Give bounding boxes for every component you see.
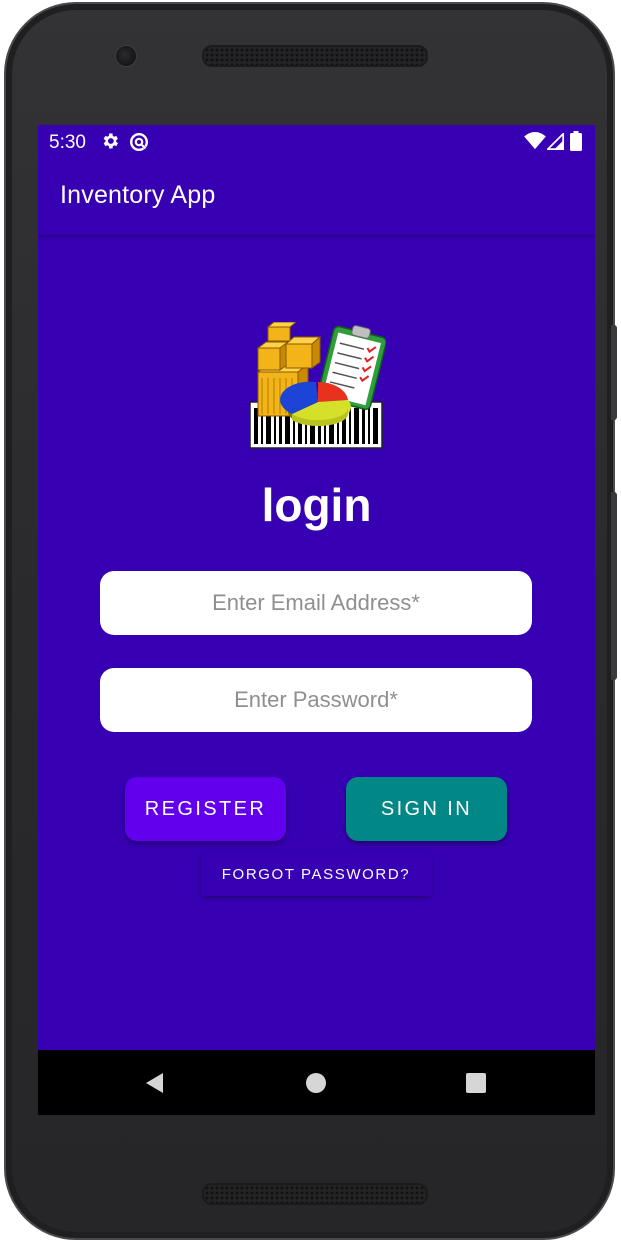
- battery-icon: [570, 131, 582, 151]
- phone-frame: 5:30 Inventory App login Enter Email Add…: [4, 2, 615, 1240]
- status-time: 5:30: [49, 132, 86, 153]
- status-bar: 5:30: [38, 125, 595, 159]
- password-field[interactable]: [100, 668, 532, 732]
- volume-button: [611, 325, 617, 420]
- signal-icon: [547, 133, 564, 150]
- front-camera: [115, 45, 137, 67]
- inventory-logo-icon: [249, 322, 386, 449]
- sign-in-button[interactable]: SIGN IN: [346, 777, 507, 841]
- data-saver-icon: [130, 133, 148, 151]
- top-speaker: [202, 45, 428, 67]
- bottom-speaker: [202, 1183, 428, 1205]
- back-icon[interactable]: [141, 1069, 169, 1097]
- navigation-bar: [38, 1050, 595, 1115]
- device-screen: 5:30 Inventory App login Enter Email Add…: [38, 125, 595, 1115]
- register-button[interactable]: REGISTER: [125, 777, 286, 841]
- login-title: login: [261, 479, 372, 531]
- forgot-password-button[interactable]: FORGOT PASSWORD?: [201, 852, 431, 896]
- email-field[interactable]: [100, 571, 532, 635]
- wifi-icon: [524, 132, 546, 150]
- home-icon[interactable]: [302, 1069, 330, 1097]
- app-title: Inventory App: [60, 181, 216, 209]
- settings-gear-icon: [103, 133, 118, 149]
- power-button: [611, 492, 617, 680]
- recents-icon[interactable]: [462, 1069, 490, 1097]
- app-bar: Inventory App: [38, 159, 595, 235]
